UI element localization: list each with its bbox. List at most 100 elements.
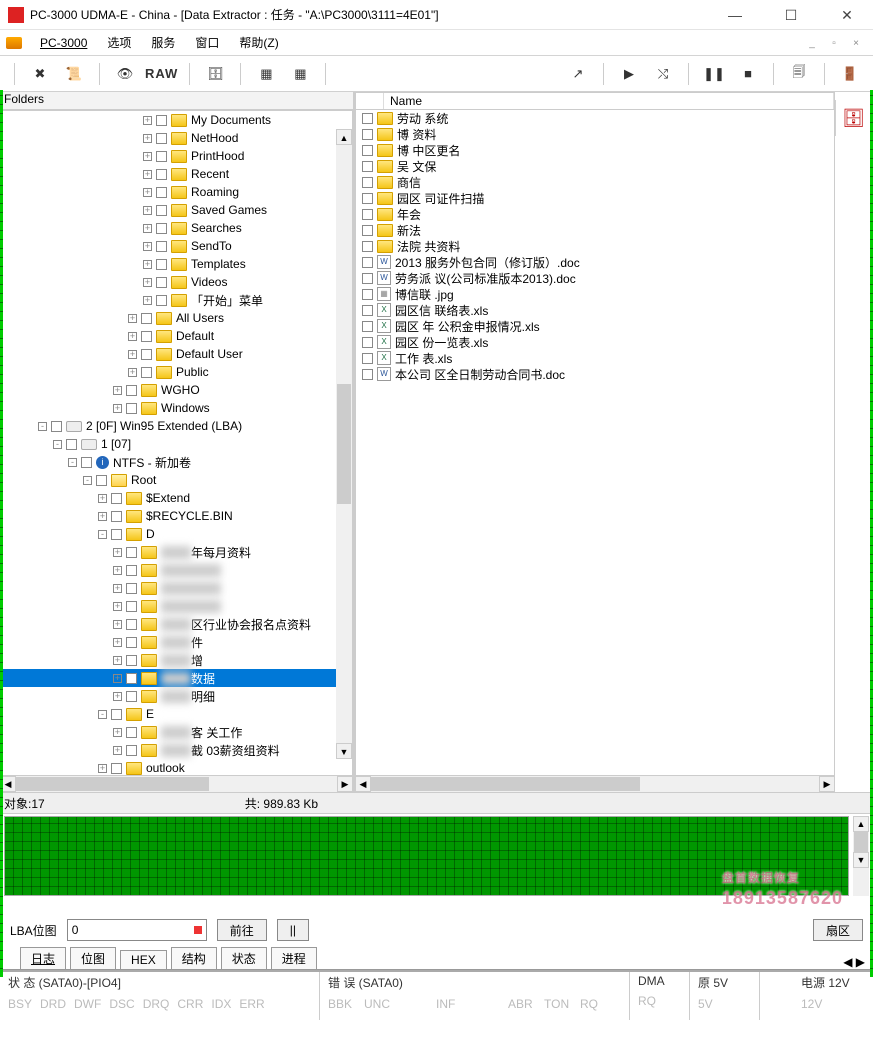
tab-bitmap[interactable]: 位图 [70,947,116,969]
tree-item[interactable]: +xx截 03薪资组资料 [3,741,350,759]
side-panel-toggle[interactable]: 🗄 [835,100,871,136]
list-item[interactable]: 年会 [356,206,834,222]
database-button[interactable]: 🗄 [200,60,230,88]
tree-item[interactable]: +NetHood [3,129,350,147]
scroll-thumb[interactable] [337,384,351,504]
tree-item[interactable]: +PrintHood [3,147,350,165]
checkbox[interactable] [126,601,137,612]
list-item[interactable]: 法院 共资料 [356,238,834,254]
expand-toggle[interactable]: + [143,134,152,143]
expand-toggle[interactable]: + [128,368,137,377]
list-item[interactable]: X园区信 联络表.xls [356,302,834,318]
menu-help[interactable]: 帮助(Z) [229,32,288,53]
tree-item[interactable]: -E [3,705,350,723]
expand-toggle[interactable]: + [113,620,122,629]
checkbox[interactable] [66,439,77,450]
checkbox[interactable] [362,337,373,348]
checkbox[interactable] [126,745,137,756]
expand-toggle[interactable]: + [113,746,122,755]
stop-button[interactable]: ■ [733,60,763,88]
map1-button[interactable]: ▦ [251,60,281,88]
tree-item[interactable]: +xx [3,579,350,597]
tree-item[interactable]: +Roaming [3,183,350,201]
menu-options[interactable]: 选项 [97,32,141,53]
shuffle-button[interactable]: ⤭ [648,60,678,88]
list-item[interactable]: 商信 [356,174,834,190]
checkbox[interactable] [126,565,137,576]
checkbox[interactable] [141,349,152,360]
expand-toggle[interactable]: + [98,512,107,521]
checkbox[interactable] [126,637,137,648]
checkbox[interactable] [126,547,137,558]
checkbox[interactable] [126,673,137,684]
list-item[interactable]: 新法 [356,222,834,238]
tools-button[interactable]: ✖ [25,60,55,88]
copy-button[interactable]: 🗐 [784,60,814,88]
tree-item[interactable]: +xx区行业协会报名点资料 [3,615,350,633]
lba-input[interactable]: 0 [67,919,207,941]
maximize-button[interactable]: ☐ [773,3,809,27]
expand-toggle[interactable]: + [143,152,152,161]
checkbox[interactable] [156,187,167,198]
checkbox[interactable] [156,223,167,234]
expand-toggle[interactable]: + [113,566,122,575]
tree-item[interactable]: +Videos [3,273,350,291]
minimize-button[interactable]: — [717,3,753,27]
scroll-thumb-h[interactable] [16,777,209,791]
list-item[interactable]: 园区 司证件扫描 [356,190,834,206]
checkbox[interactable] [141,367,152,378]
expand-toggle[interactable]: + [113,548,122,557]
checkbox[interactable] [156,277,167,288]
tabs-scroll-buttons[interactable]: ◀ ▶ [835,955,873,969]
scripts-button[interactable]: 📜 [59,60,89,88]
tree-item[interactable]: +Templates [3,255,350,273]
goto-button[interactable]: 前往 [217,919,267,941]
checkbox[interactable] [362,369,373,380]
list-item[interactable]: W本公司 区全日制劳动合同书.doc [356,366,834,382]
tree-item[interactable]: +xx [3,561,350,579]
checkbox[interactable] [362,321,373,332]
expand-toggle[interactable]: + [143,188,152,197]
checkbox[interactable] [156,241,167,252]
checkbox[interactable] [111,529,122,540]
checkbox[interactable] [111,493,122,504]
checkbox[interactable] [156,205,167,216]
tree-item[interactable]: -2 [0F] Win95 Extended (LBA) [3,417,350,435]
column-name[interactable]: Name [384,93,834,109]
checkbox[interactable] [362,289,373,300]
list-item[interactable]: X工作 表.xls [356,350,834,366]
list-item[interactable]: ▦博信联 .jpg [356,286,834,302]
expand-toggle[interactable]: + [113,602,122,611]
sector-goto-button[interactable]: 扇区 [813,919,863,941]
checkbox[interactable] [362,145,373,156]
expand-toggle[interactable]: + [143,242,152,251]
expand-toggle[interactable]: + [113,638,122,647]
checkbox[interactable] [362,129,373,140]
tree-item[interactable]: +Public [3,363,350,381]
checkbox[interactable] [156,295,167,306]
tab-log[interactable]: 日志 [20,947,66,969]
mdi-minimize-button[interactable]: _ [804,38,820,48]
expand-toggle[interactable]: + [128,350,137,359]
expand-toggle[interactable]: + [98,764,107,773]
tab-structure[interactable]: 结构 [171,947,217,969]
expand-toggle[interactable]: + [143,206,152,215]
tree-item[interactable]: +xx数据 [3,669,350,687]
tree-item[interactable]: +Saved Games [3,201,350,219]
list-item[interactable]: W劳务派 议(公司标准版本2013).doc [356,270,834,286]
checkbox[interactable] [126,655,137,666]
checkbox[interactable] [362,273,373,284]
list-hscrollbar[interactable]: ◀ ▶ [355,776,835,792]
tree-item[interactable]: +My Documents [3,111,350,129]
mdi-restore-button[interactable]: ▫ [826,38,842,48]
tab-hex[interactable]: HEX [120,950,167,969]
scroll-up-icon[interactable]: ▲ [336,129,352,145]
checkbox[interactable] [362,225,373,236]
pause-button[interactable]: ❚❚ [699,60,729,88]
checkbox[interactable] [111,511,122,522]
list-item[interactable]: W2013 服务外包合同（修订版）.doc [356,254,834,270]
expand-toggle[interactable]: + [143,278,152,287]
expand-toggle[interactable]: - [98,710,107,719]
expand-toggle[interactable]: + [113,404,122,413]
checkbox[interactable] [362,305,373,316]
